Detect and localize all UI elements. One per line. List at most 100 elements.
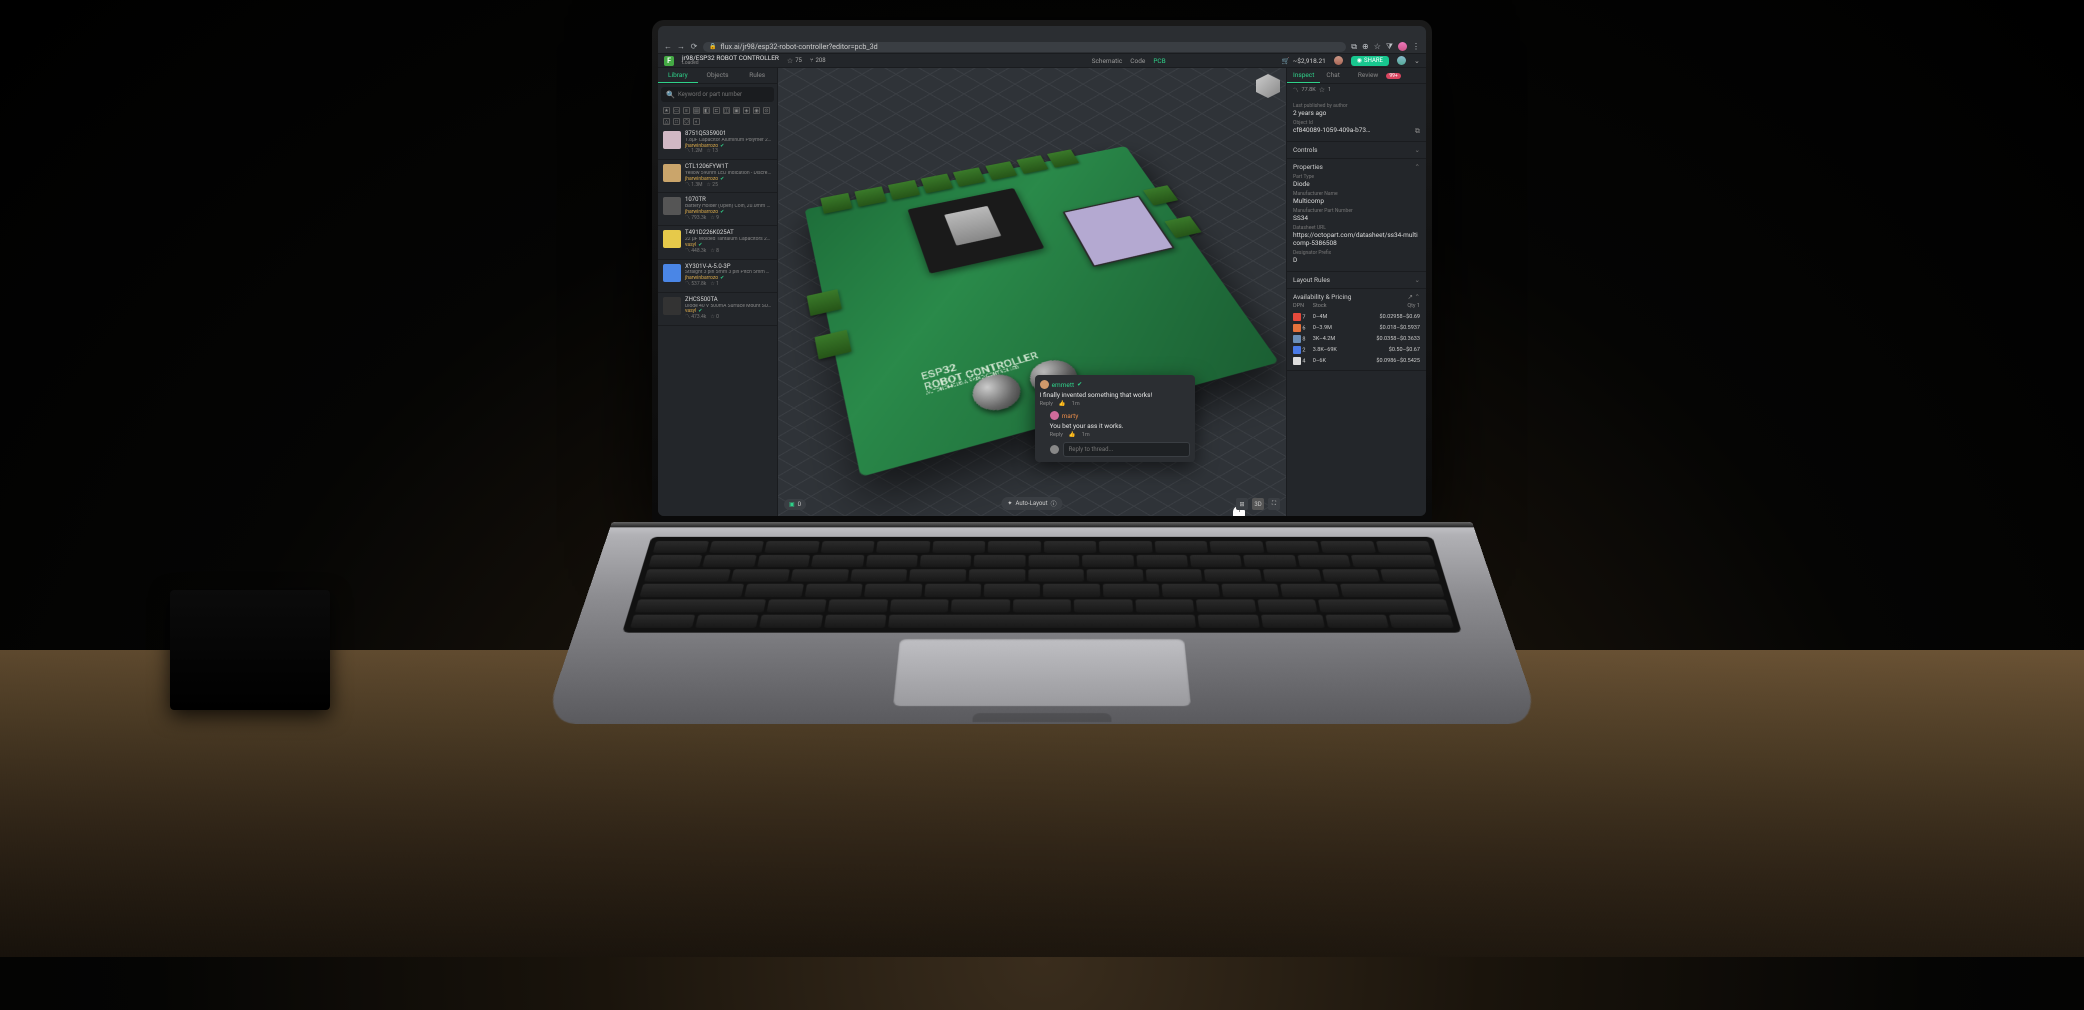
browser-avatar[interactable]: [1398, 42, 1407, 51]
app-menu-icon[interactable]: ⌄: [1414, 56, 1420, 65]
filter-icon[interactable]: ◧: [703, 107, 710, 114]
comment: emmett ✔ I finally invented something th…: [1040, 380, 1190, 407]
reply-input[interactable]: [1063, 442, 1190, 457]
avatar: [1050, 445, 1059, 454]
part-item[interactable]: ZHCS500TA Diode 40 V 500mA Surface Mount…: [658, 293, 777, 326]
filter-icon[interactable]: ★: [663, 107, 670, 114]
nav-reload-icon[interactable]: ⟳: [690, 43, 698, 51]
layout-rules-section[interactable]: Layout Rules⌄: [1287, 272, 1426, 289]
search-icon: 🔍: [666, 90, 675, 99]
part-item[interactable]: XY301V-A-5.0-3P Straight 3 pin 5mm 3 pin…: [658, 260, 777, 293]
chevron-down-icon: ⌄: [1415, 146, 1420, 154]
breadcrumb-status: Loaded: [682, 61, 779, 66]
auto-layout-button[interactable]: ✦ Auto-Layout ⓘ: [1001, 497, 1062, 510]
sparkle-icon: ✦: [1007, 500, 1012, 507]
url-box[interactable]: 🔒 flux.ai/jr98/esp32-robot-controller?ed…: [703, 42, 1346, 52]
comment-author[interactable]: emmett: [1052, 381, 1075, 389]
search-input[interactable]: [678, 91, 769, 98]
comment-body: You bet your ass it works.: [1050, 422, 1190, 430]
view-3d-toggle[interactable]: 3D: [1252, 498, 1264, 510]
filter-icon[interactable]: ◉: [753, 107, 760, 114]
pricing-row[interactable]: 70–4M$0.02958–$0.69: [1293, 311, 1420, 322]
fork-icon: ⑂: [810, 57, 814, 64]
pricing-row[interactable]: 83K–4.2M$0.0358–$0.3633: [1293, 333, 1420, 344]
filter-icon[interactable]: △: [663, 118, 670, 125]
pricing-row[interactable]: 23.8K–69K$0.50–$0.67: [1293, 344, 1420, 355]
tab-inspect[interactable]: Inspect: [1287, 68, 1320, 83]
info-icon: ⓘ: [1051, 499, 1057, 508]
part-item[interactable]: T491D226K025AT 22 µF Molded Tantalum Cap…: [658, 226, 777, 259]
stat-stars[interactable]: ☆75: [787, 57, 802, 65]
user-avatar-2[interactable]: [1397, 56, 1406, 65]
tab-library[interactable]: Library: [658, 68, 698, 83]
filter-icon[interactable]: ▤: [693, 107, 700, 114]
mode-tabs: Schematic Code PCB: [1092, 57, 1166, 65]
filter-icon[interactable]: ◈: [743, 107, 750, 114]
filter-icon[interactable]: ◫: [723, 107, 730, 114]
tab-code[interactable]: Code: [1130, 57, 1145, 65]
browser-addressbar: ← → ⟳ 🔒 flux.ai/jr98/esp32-robot-control…: [658, 40, 1426, 54]
tab-objects[interactable]: Objects: [698, 68, 738, 83]
part-item[interactable]: 1070TR Battery Holder (Open) Coin, 20.0m…: [658, 193, 777, 226]
reply-link[interactable]: Reply: [1050, 432, 1063, 438]
verified-icon: ✔: [1077, 381, 1082, 388]
bookmark-icon[interactable]: ☆: [1374, 42, 1381, 51]
filter-icon[interactable]: ▣: [733, 107, 740, 114]
tab-rules[interactable]: Rules: [737, 68, 777, 83]
datasheet-link[interactable]: https://octopart.com/datasheet/ss34-mult…: [1293, 231, 1420, 247]
filter-icon[interactable]: ⊏: [713, 107, 720, 114]
left-panel: Library Objects Rules 🔍 ★▭≡▤◧⊏◫▣◈◉⊙ △□⬡◐: [658, 68, 778, 516]
zoom-icon[interactable]: ⊕: [1362, 42, 1369, 51]
grid-toggle[interactable]: ⊞: [1236, 498, 1248, 510]
reply-link[interactable]: Reply: [1040, 401, 1053, 407]
app-logo[interactable]: F: [664, 56, 674, 66]
like-icon[interactable]: 👍: [1059, 401, 1066, 407]
chevron-up-icon[interactable]: ⌃: [1415, 163, 1420, 171]
share-button[interactable]: ◉ SHARE: [1351, 56, 1389, 66]
part-number: 8751Q5359001: [685, 131, 772, 138]
part-item[interactable]: 8751Q5359001 1.8µF Capacitor Aluminum Po…: [658, 127, 777, 160]
filter-icon[interactable]: ⬡: [683, 118, 690, 125]
laptop: ← → ⟳ 🔒 flux.ai/jr98/esp32-robot-control…: [612, 20, 1472, 782]
nav-back-icon[interactable]: ←: [664, 43, 672, 51]
canvas-toolbar: ✦ Auto-Layout ⓘ: [1001, 497, 1062, 510]
nav-forward-icon[interactable]: →: [677, 43, 685, 51]
stat-forks[interactable]: ⑂208: [810, 57, 826, 64]
keyboard: [622, 537, 1462, 633]
comment-author[interactable]: marty: [1062, 412, 1079, 420]
user-avatar-1[interactable]: [1334, 56, 1343, 65]
pricing-row[interactable]: 60–3.9M$0.018–$0.5937: [1293, 322, 1420, 333]
filter-icon[interactable]: ≡: [683, 107, 690, 114]
app-header: F jr98/ESP32 ROBOT CONTROLLER Loaded ☆75…: [658, 54, 1426, 68]
tab-review[interactable]: Review99+: [1346, 68, 1407, 83]
tab-chat[interactable]: Chat: [1320, 68, 1345, 83]
cart[interactable]: 🛒 ~$2,918.21: [1282, 57, 1326, 65]
star-icon[interactable]: ☆: [1319, 86, 1325, 94]
filter-icon[interactable]: □: [673, 118, 680, 125]
filter-icon[interactable]: ▭: [673, 107, 680, 114]
screenshot-icon[interactable]: ⧉: [1351, 42, 1357, 52]
part-thumb: [663, 297, 681, 315]
library-search[interactable]: 🔍: [661, 87, 774, 102]
breadcrumb[interactable]: jr98/ESP32 ROBOT CONTROLLER Loaded: [682, 55, 779, 67]
lock-icon: 🔒: [709, 43, 716, 50]
browser-tabbar: [658, 26, 1426, 40]
filter-icon[interactable]: ⊙: [763, 107, 770, 114]
tab-schematic[interactable]: Schematic: [1092, 57, 1123, 65]
pricing-row[interactable]: 40–6K$0.0986–$0.5425: [1293, 355, 1420, 366]
chevron-up-icon[interactable]: ⌃: [1415, 293, 1420, 301]
view-cube[interactable]: [1256, 74, 1280, 98]
meta-section: Last published by author2 years ago Obje…: [1287, 96, 1426, 142]
fullscreen-icon[interactable]: ⛶: [1268, 498, 1280, 510]
copy-icon[interactable]: ⧉: [1415, 126, 1420, 136]
errors-badge[interactable]: ▣ 0: [784, 499, 806, 510]
extensions-icon[interactable]: ⧩: [1386, 42, 1393, 52]
part-item[interactable]: CTL1206FYW1T Yellow 590nm LED Indication…: [658, 160, 777, 193]
tab-pcb[interactable]: PCB: [1153, 57, 1165, 65]
controls-section[interactable]: Controls⌄: [1287, 142, 1426, 159]
like-icon[interactable]: 👍: [1069, 432, 1076, 438]
canvas-3d[interactable]: ESP32ROBOT CONTROLLER AUTONOMOUS & RADIO…: [778, 68, 1286, 516]
filter-icon[interactable]: ◐: [693, 118, 700, 125]
browser-menu-icon[interactable]: ⋮: [1412, 42, 1420, 51]
external-link-icon[interactable]: ↗: [1407, 293, 1412, 301]
